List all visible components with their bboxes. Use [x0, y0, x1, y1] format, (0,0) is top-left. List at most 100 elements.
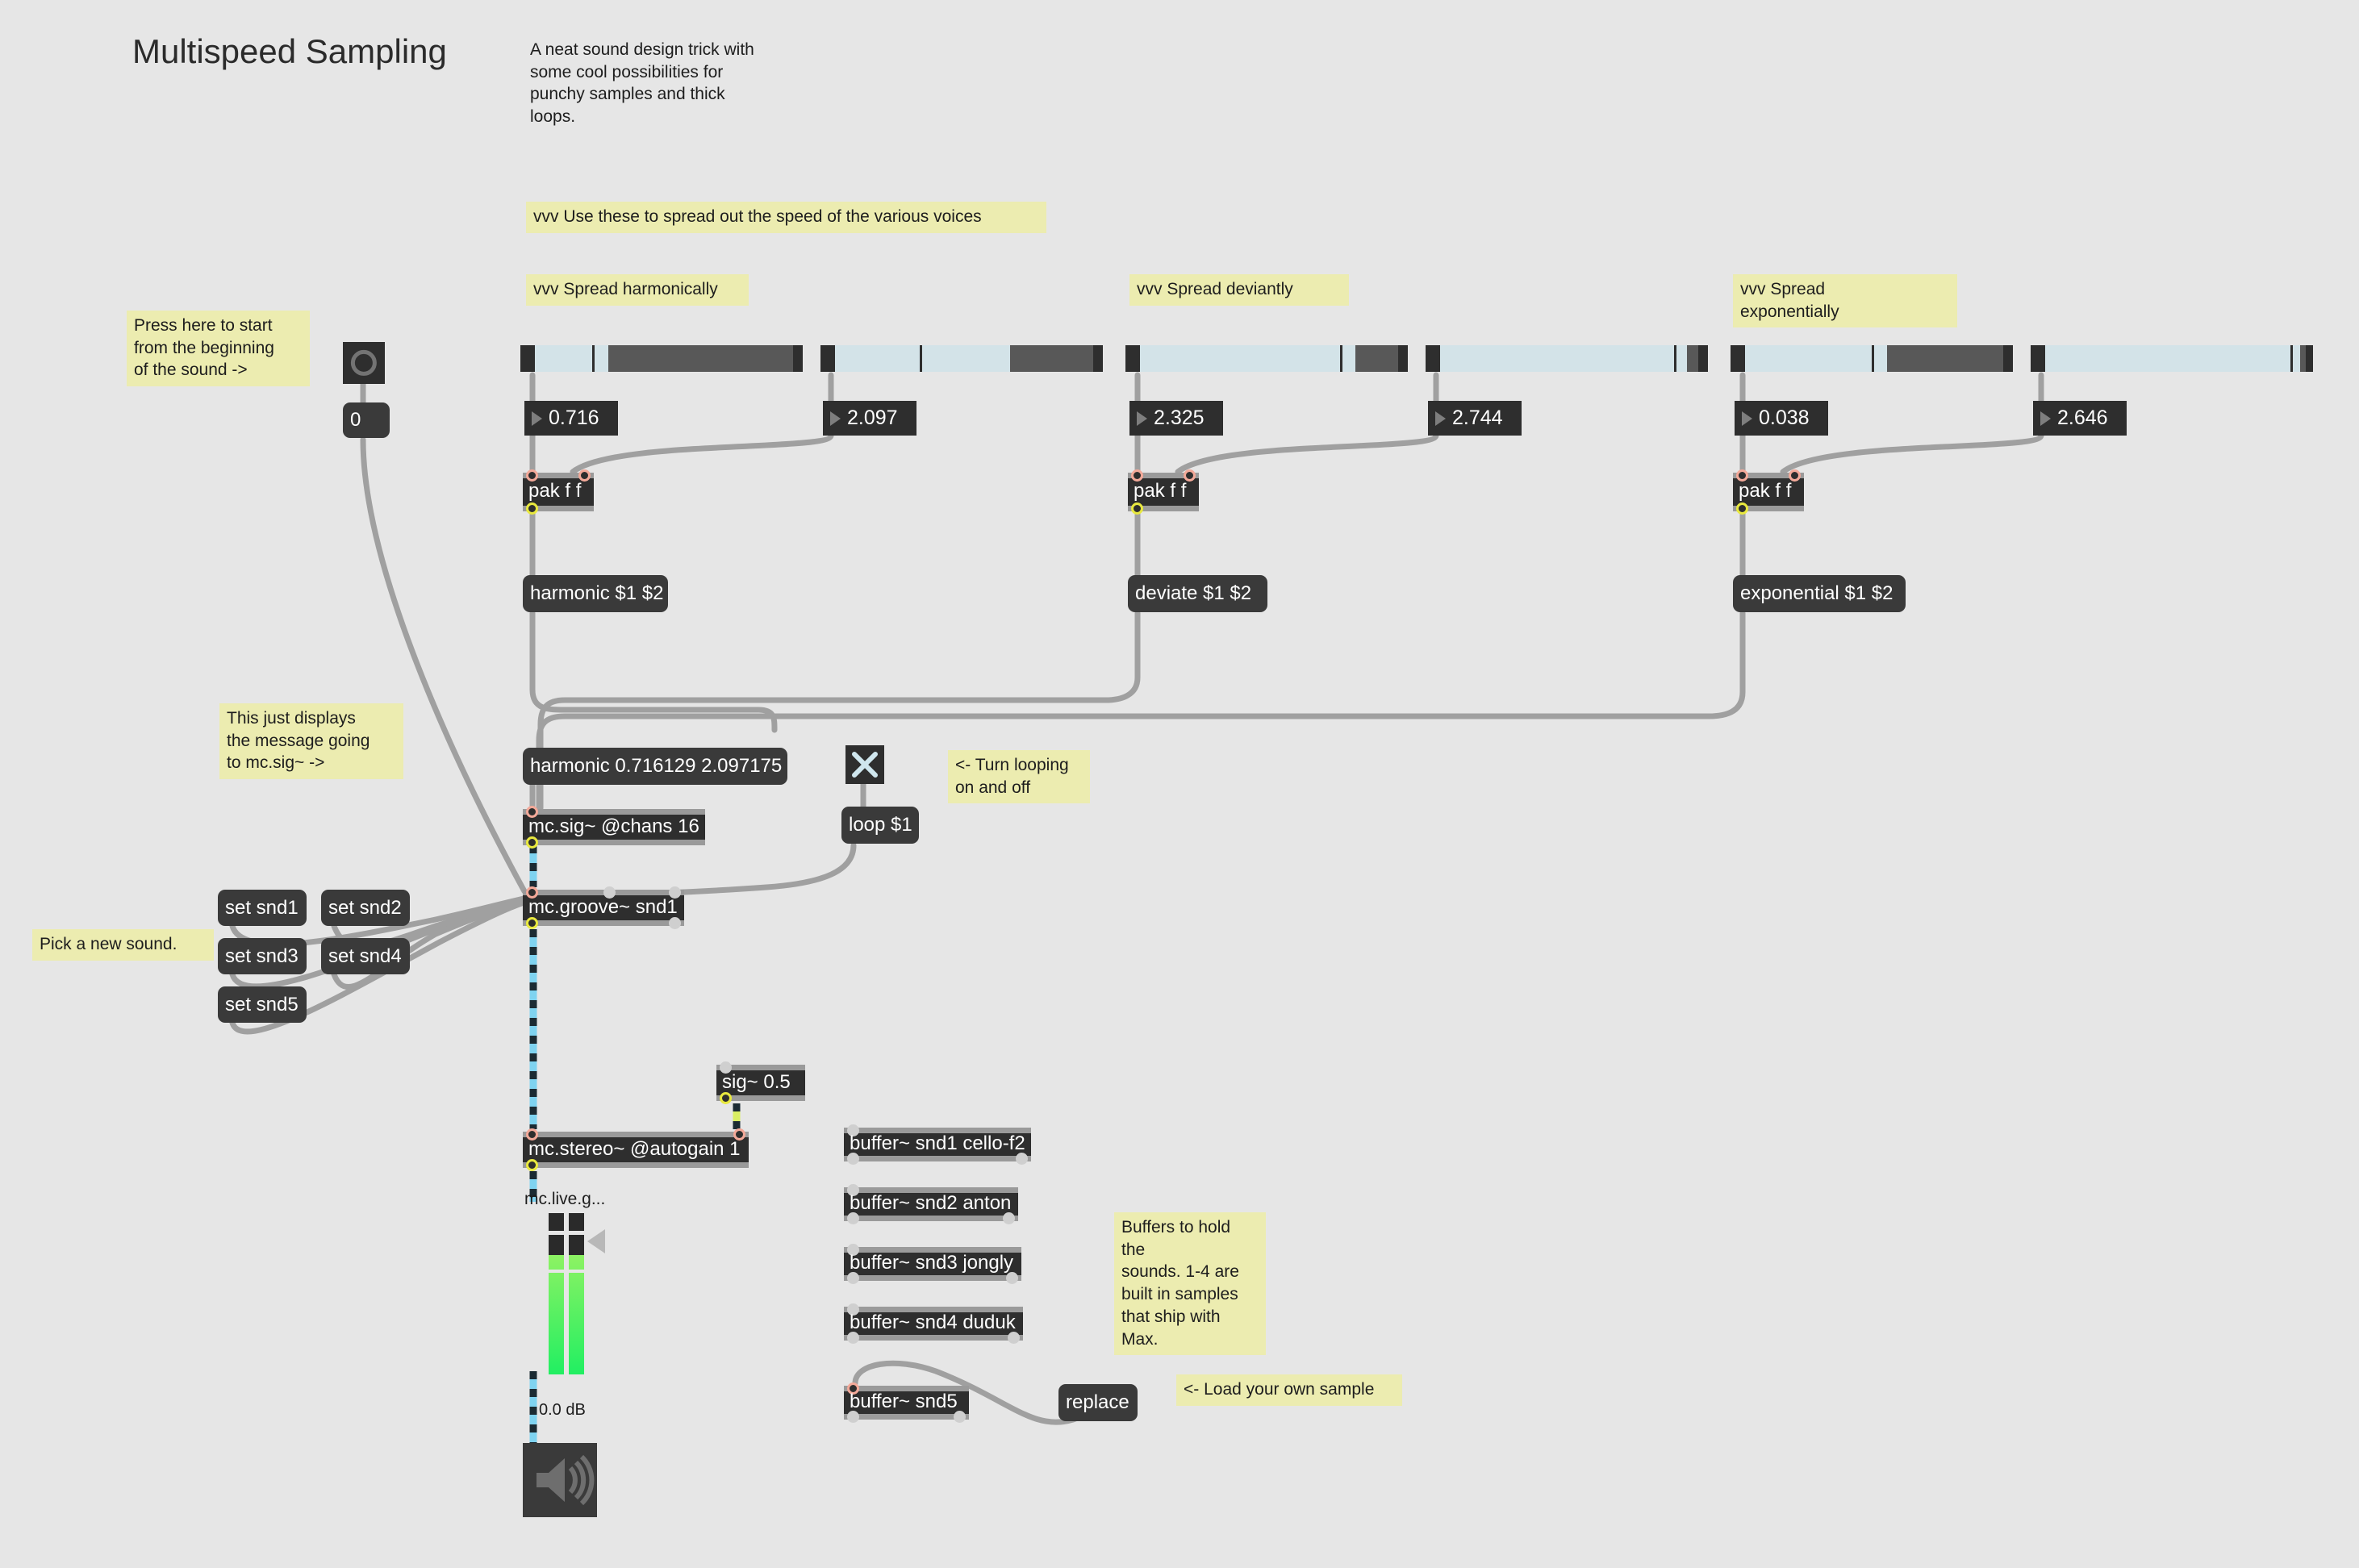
slider-tick — [1872, 345, 1874, 372]
outlet-0[interactable] — [1131, 503, 1143, 515]
outlet-1[interactable] — [669, 917, 681, 929]
number-value: 0.038 — [1759, 407, 1810, 429]
object-buffer-snd3[interactable]: buffer~ snd3 jongly — [844, 1244, 1021, 1284]
object-mc-stereo[interactable]: mc.stereo~ @autogain 1 — [523, 1128, 749, 1171]
number-value: 0.716 — [549, 407, 599, 429]
meter-gap — [549, 1270, 564, 1273]
number-box-exponential-low[interactable]: 0.038 — [1735, 401, 1828, 436]
slider-track — [1439, 345, 1698, 372]
comment-spread-harmonically: vvv Spread harmonically — [526, 274, 749, 306]
comment-spread-exponentially: vvv Spread exponentially — [1733, 274, 1957, 328]
object-buffer-snd2[interactable]: buffer~ snd2 anton — [844, 1184, 1018, 1224]
object-label: pak f f — [528, 480, 582, 502]
slider-tick — [2290, 345, 2293, 372]
message-set-snd3[interactable]: set snd3 — [218, 938, 307, 974]
number-value: 2.325 — [1154, 407, 1205, 429]
comment-spread-intro: vvv Use these to spread out the speed of… — [526, 202, 1046, 233]
outlet-0[interactable] — [526, 1159, 538, 1171]
gain-slider-thumb[interactable] — [587, 1229, 605, 1253]
object-label: mc.groove~ snd1 — [528, 895, 678, 918]
message-harmonic-template[interactable]: harmonic $1 $2 — [523, 575, 668, 612]
object-buffer-snd4[interactable]: buffer~ snd4 duduk — [844, 1303, 1023, 1344]
outlet-1[interactable] — [1003, 1212, 1015, 1224]
object-buffer-snd5[interactable]: buffer~ snd5 — [844, 1382, 969, 1423]
slider-selection — [1887, 345, 2003, 372]
object-mc-groove[interactable]: mc.groove~ snd1 — [523, 886, 684, 929]
comment-press-here: Press here to start from the beginning o… — [127, 311, 310, 387]
toggle-x-icon — [852, 752, 878, 778]
slider-selection — [2300, 345, 2307, 372]
message-exponential-template[interactable]: exponential $1 $2 — [1733, 575, 1906, 612]
number-value: 2.646 — [2057, 407, 2108, 429]
loop-toggle[interactable] — [845, 745, 884, 784]
object-pak-harmonic[interactable]: pak f f — [523, 469, 594, 515]
outlet-0[interactable] — [847, 1153, 859, 1165]
range-slider-exponential-low[interactable] — [1731, 345, 2013, 372]
outlet-0[interactable] — [1736, 503, 1748, 515]
object-label: mc.sig~ @chans 16 — [528, 815, 699, 837]
message-zero[interactable]: 0 — [343, 402, 390, 438]
outlet-0[interactable] — [847, 1212, 859, 1224]
message-set-snd2[interactable]: set snd2 — [321, 890, 410, 926]
outlet-0[interactable] — [847, 1411, 859, 1423]
outlet-0[interactable] — [847, 1332, 859, 1344]
ezdac-speaker-button[interactable] — [523, 1443, 597, 1517]
gain-object-label: mc.live.g... — [524, 1190, 606, 1208]
message-loop-template[interactable]: loop $1 — [841, 807, 919, 844]
outlet-0[interactable] — [526, 836, 538, 849]
number-value: 2.097 — [847, 407, 898, 429]
message-label: set snd3 — [225, 945, 299, 967]
object-sig[interactable]: sig~ 0.5 — [716, 1061, 805, 1104]
message-set-snd4[interactable]: set snd4 — [321, 938, 410, 974]
message-label: deviate $1 $2 — [1135, 582, 1252, 604]
object-pak-exponential[interactable]: pak f f — [1733, 469, 1804, 515]
number-box-deviant-high[interactable]: 2.744 — [1428, 401, 1522, 436]
comment-pick-sound: Pick a new sound. — [32, 929, 214, 961]
outlet-1[interactable] — [1016, 1153, 1028, 1165]
outlet-1[interactable] — [1008, 1332, 1020, 1344]
object-mc-sig[interactable]: mc.sig~ @chans 16 — [523, 806, 705, 849]
meter-channel-left — [549, 1213, 564, 1374]
message-set-snd5[interactable]: set snd5 — [218, 986, 307, 1023]
number-box-deviant-low[interactable]: 2.325 — [1129, 401, 1223, 436]
outlet-1[interactable] — [954, 1411, 966, 1423]
range-slider-deviant-high[interactable] — [1426, 345, 1708, 372]
outlet-1[interactable] — [1006, 1272, 1018, 1284]
slider-tick — [919, 345, 922, 372]
range-slider-harmonic-high[interactable] — [820, 345, 1103, 372]
object-pak-deviant[interactable]: pak f f — [1128, 469, 1199, 515]
outlet-0[interactable] — [526, 917, 538, 929]
bang-circle-icon — [350, 349, 378, 377]
bang-button[interactable] — [343, 342, 385, 384]
range-slider-exponential-high[interactable] — [2031, 345, 2313, 372]
message-deviate-template[interactable]: deviate $1 $2 — [1128, 575, 1267, 612]
range-slider-harmonic-low[interactable] — [520, 345, 803, 372]
outlet-0[interactable] — [847, 1272, 859, 1284]
message-label: loop $1 — [849, 814, 912, 836]
meter-gap — [569, 1270, 584, 1273]
speaker-icon — [537, 1454, 595, 1506]
number-box-harmonic-high[interactable]: 2.097 — [823, 401, 916, 436]
number-box-harmonic-low[interactable]: 0.716 — [524, 401, 618, 436]
range-slider-deviant-low[interactable] — [1125, 345, 1408, 372]
object-label: pak f f — [1739, 480, 1792, 502]
gain-db-readout: 0.0 dB — [539, 1401, 586, 1419]
outlet-0[interactable] — [526, 503, 538, 515]
mc-live-gain-meter[interactable] — [549, 1213, 605, 1374]
message-set-snd1[interactable]: set snd1 — [218, 890, 307, 926]
message-replace[interactable]: replace — [1058, 1384, 1138, 1421]
patch-description: A neat sound design trick with some cool… — [530, 40, 754, 127]
outlet-0[interactable] — [720, 1092, 732, 1104]
object-buffer-snd1[interactable]: buffer~ snd1 cello-f2 — [844, 1124, 1031, 1165]
slider-selection — [607, 345, 793, 372]
message-label: set snd1 — [225, 896, 299, 919]
number-box-exponential-high[interactable]: 2.646 — [2033, 401, 2127, 436]
comment-spread-deviantly: vvv Spread deviantly — [1129, 274, 1349, 306]
slider-selection — [1355, 345, 1398, 372]
slider-selection — [1686, 345, 1698, 372]
message-harmonic-display[interactable]: harmonic 0.716129 2.097175 — [523, 748, 787, 785]
slider-track — [2044, 345, 2303, 372]
number-value: 2.744 — [1452, 407, 1503, 429]
slider-tick — [1340, 345, 1342, 372]
object-label: buffer~ snd5 — [850, 1391, 958, 1412]
